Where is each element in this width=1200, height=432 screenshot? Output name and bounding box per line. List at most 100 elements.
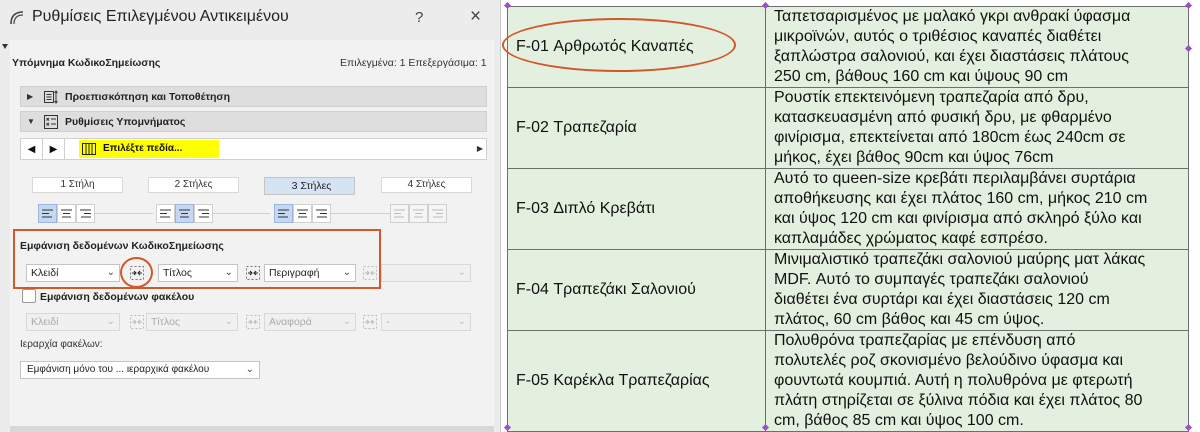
swap-fields-button[interactable] (244, 264, 262, 282)
select-value: Αναφορά (269, 316, 312, 328)
dialog-titlebar[interactable]: Ρυθμίσεις Επιλεγμένου Αντικειμένου ? × (0, 0, 500, 36)
folder-hierarchy-label: Ιεραρχία φακέλων: (20, 339, 103, 350)
align-right-icon[interactable] (194, 204, 213, 223)
keynote-code-cell: F-03 Διπλό Κρεβάτι (507, 168, 766, 250)
keynote-description-cell: Πολυθρόνα τραπεζαρίας με επένδυση από πολ… (765, 330, 1189, 432)
divider (328, 213, 390, 214)
column-4-button[interactable]: 4 Στήλες (381, 177, 472, 193)
column-3-button[interactable]: 3 Στήλες (264, 177, 355, 195)
description-line: μήκος, έχει βάθος 90cm και ύψος 76cm (774, 149, 1054, 166)
description-line: μικροϊνών, αυτός ο τριθέσιος καναπές δια… (774, 28, 1102, 45)
chevron-down-icon: ⌄ (224, 316, 233, 327)
keynote-description-cell: Ρουστίκ επεκτεινόμενη τραπεζαρία από δρυ… (765, 87, 1189, 169)
folder-hierarchy-select[interactable]: Εμφάνιση μόνο του ... ιεραρχικά φακέλου ⌄ (20, 361, 260, 379)
accordion-legend-settings[interactable]: ▼ Ρυθμίσεις Υπομνήματος (20, 111, 487, 132)
chevron-down-icon: ⌄ (106, 316, 115, 327)
table-row: F-02 Τραπεζαρία Ρουστίκ επεκτεινόμενη τρα… (507, 87, 1189, 169)
description-line: πολυτελές ροζ σκονισμένο βελούδινο ύφασμ… (774, 352, 1124, 369)
alignment-group-4 (390, 204, 447, 224)
swap-fields-button (128, 313, 146, 331)
description-line: Πολυθρόνα τραπεζαρίας με επένδυση από (774, 332, 1076, 349)
keynote-description-cell: Αυτό το queen-size κρεβάτι περιλαμβάνει … (765, 168, 1189, 250)
align-right-icon[interactable] (76, 204, 95, 223)
column-1-button[interactable]: 1 Στήλη (32, 177, 123, 193)
swap-icon (363, 266, 377, 280)
divider (210, 213, 270, 214)
select-value: Τίτλος (163, 267, 192, 279)
swap-icon (246, 315, 260, 329)
accordion-label: Προεπισκόπηση και Τοποθέτηση (65, 91, 231, 103)
app-logo-icon (10, 11, 24, 25)
screen: Ρυθμίσεις Επιλεγμένου Αντικειμένου ? × Υ… (0, 0, 1200, 432)
chevron-down-icon: ⌄ (457, 316, 466, 327)
align-center-icon[interactable] (175, 204, 194, 223)
folder-data-checkbox[interactable] (22, 289, 36, 303)
description-line: MDF. Αυτό το συμπαγές τραπεζάκι σαλονιού (774, 271, 1089, 288)
field-selection-bar: ◀ ▶ Επιλέξτε πεδία... ▶ (20, 138, 487, 160)
collapse-arrow-icon: ▼ (27, 117, 35, 126)
align-right-icon[interactable] (312, 204, 331, 223)
corner-marker-icon (2, 44, 8, 49)
select-value: Κλειδί (31, 316, 59, 328)
accordion-preview-placement[interactable]: ▶ Προεπισκόπηση και Τοποθέτηση (20, 86, 487, 107)
selection-status: Επιλεγμένα: 1 Επεξεργάσιμα: 1 (340, 57, 487, 69)
description-line: ξαπλώστρα σαλονιού, και έχει διαστάσεις … (774, 48, 1130, 65)
description-line: διαθέτει ένα συρτάρι και έχει διαστάσεις… (774, 291, 1110, 308)
table-row: F-03 Διπλό Κρεβάτι Αυτό το queen-size κρε… (507, 168, 1189, 250)
swap-fields-button (361, 313, 379, 331)
key-field-select[interactable]: Κλειδί ⌄ (26, 264, 120, 282)
close-button[interactable]: × (470, 6, 481, 28)
description-field-select[interactable]: Περιγραφή ⌄ (264, 264, 356, 282)
align-left-icon[interactable] (38, 204, 57, 223)
folder-key-select: Κλειδί ⌄ (26, 313, 120, 331)
keynote-code-cell: F-04 Τραπεζάκι Σαλονιού (507, 249, 766, 331)
chevron-down-icon: ⌄ (106, 267, 115, 278)
extra-field-select: ⌄ (381, 264, 471, 282)
description-line: Αυτό το queen-size κρεβάτι περιλαμβάνει … (774, 170, 1136, 187)
description-line: πλάτη στηρίζεται σε ξύλινα πόδια και έχε… (774, 392, 1143, 409)
choose-fields-button[interactable]: Επιλέξτε πεδία... (79, 140, 219, 158)
expand-arrow-icon: ▶ (27, 92, 34, 101)
chevron-down-icon: ⌄ (342, 316, 351, 327)
align-left-icon[interactable] (156, 204, 175, 223)
title-field-select[interactable]: Τίτλος ⌄ (158, 264, 238, 282)
align-left-icon[interactable] (274, 204, 293, 223)
annotation-highlight-circle (120, 257, 153, 288)
description-line: καπλαμάδες χρώματος καφέ εσπρέσο. (774, 230, 1048, 247)
column-2-button[interactable]: 2 Στήλες (148, 177, 239, 193)
alignment-group-3 (274, 204, 331, 224)
align-center-icon[interactable] (293, 204, 312, 223)
select-value: Περιγραφή (269, 267, 320, 279)
swap-fields-button (244, 313, 262, 331)
folder-data-label: Εμφάνιση δεδομένων φακέλου (40, 291, 195, 303)
description-line: Μινιμαλιστικό τραπεζάκι σαλονιού μαύρης … (774, 251, 1146, 268)
swap-icon (363, 315, 377, 329)
dialog-title: Ρυθμίσεις Επιλεγμένου Αντικειμένου (32, 8, 289, 25)
chevron-down-icon: ⌄ (224, 267, 233, 278)
swap-icon (246, 266, 260, 280)
legend-settings-icon (44, 115, 58, 129)
select-value: Κλειδί (31, 267, 59, 279)
folder-title-select: Τίτλος ⌄ (146, 313, 238, 331)
scroll-right-icon[interactable]: ▶ (477, 144, 483, 153)
description-line: πλάτος, 60 cm βάθος και 45 cm ύψος. (774, 311, 1045, 328)
description-line: cm, βάθος 85 cm και ύψος 100 cm. (774, 412, 1024, 429)
chevron-down-icon: ⌄ (457, 267, 466, 278)
table-row: F-04 Τραπεζάκι Σαλονιού Μινιμαλιστικό τρα… (507, 249, 1189, 331)
help-button[interactable]: ? (415, 9, 423, 26)
description-line: κατασκευασμένη από φυσική δρυ, με φθαρμέ… (774, 109, 1112, 126)
description-line: 250 cm, βάθους 160 cm και ύψους 90 cm (774, 68, 1069, 85)
next-field-button[interactable]: ▶ (43, 139, 65, 159)
settings-dialog: Ρυθμίσεις Επιλεγμένου Αντικειμένου ? × Υ… (0, 0, 501, 432)
align-center-icon[interactable] (57, 204, 76, 223)
align-right-icon (428, 204, 447, 223)
accordion-label: Ρυθμίσεις Υπομνήματος (65, 116, 186, 128)
select-value: Τίτλος (151, 316, 180, 328)
select-value: - (386, 316, 390, 328)
align-center-icon (409, 204, 428, 223)
description-line: Ταπετσαρισμένος με μαλακό γκρι ανθρακί ύ… (774, 8, 1131, 25)
align-left-icon (390, 204, 409, 223)
prev-field-button[interactable]: ◀ (21, 139, 43, 159)
chevron-down-icon: ⌄ (245, 364, 254, 375)
keynote-code-cell: F-02 Τραπεζαρία (507, 87, 766, 169)
